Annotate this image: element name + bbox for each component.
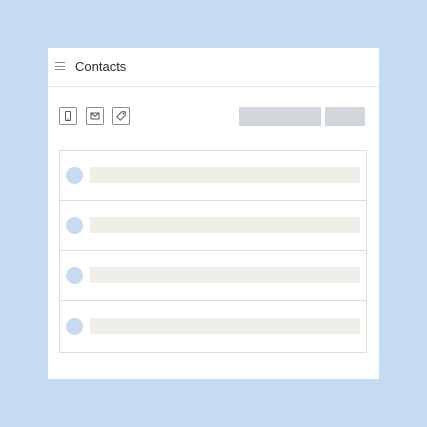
page-title: Contacts <box>75 59 127 74</box>
avatar <box>66 318 83 335</box>
contact-name-placeholder <box>90 267 360 283</box>
list-item[interactable] <box>60 302 366 352</box>
primary-action-button[interactable] <box>239 107 321 126</box>
secondary-action-button[interactable] <box>325 107 365 126</box>
mobile-button[interactable] <box>59 107 77 125</box>
avatar <box>66 217 83 234</box>
contact-name-placeholder <box>90 167 360 183</box>
tag-icon <box>116 111 126 121</box>
contact-name-placeholder <box>90 318 360 334</box>
contact-list <box>59 150 367 353</box>
tag-button[interactable] <box>112 107 130 125</box>
avatar <box>66 167 83 184</box>
list-item[interactable] <box>60 201 366 251</box>
envelope-icon <box>90 112 100 120</box>
mobile-phone-icon <box>65 111 71 121</box>
contacts-panel: Contacts <box>48 48 379 379</box>
email-button[interactable] <box>86 107 104 125</box>
header: Contacts <box>48 48 379 87</box>
avatar <box>66 267 83 284</box>
menu-icon[interactable] <box>55 62 65 71</box>
list-item[interactable] <box>60 151 366 201</box>
list-item[interactable] <box>60 251 366 301</box>
contact-name-placeholder <box>90 217 360 233</box>
